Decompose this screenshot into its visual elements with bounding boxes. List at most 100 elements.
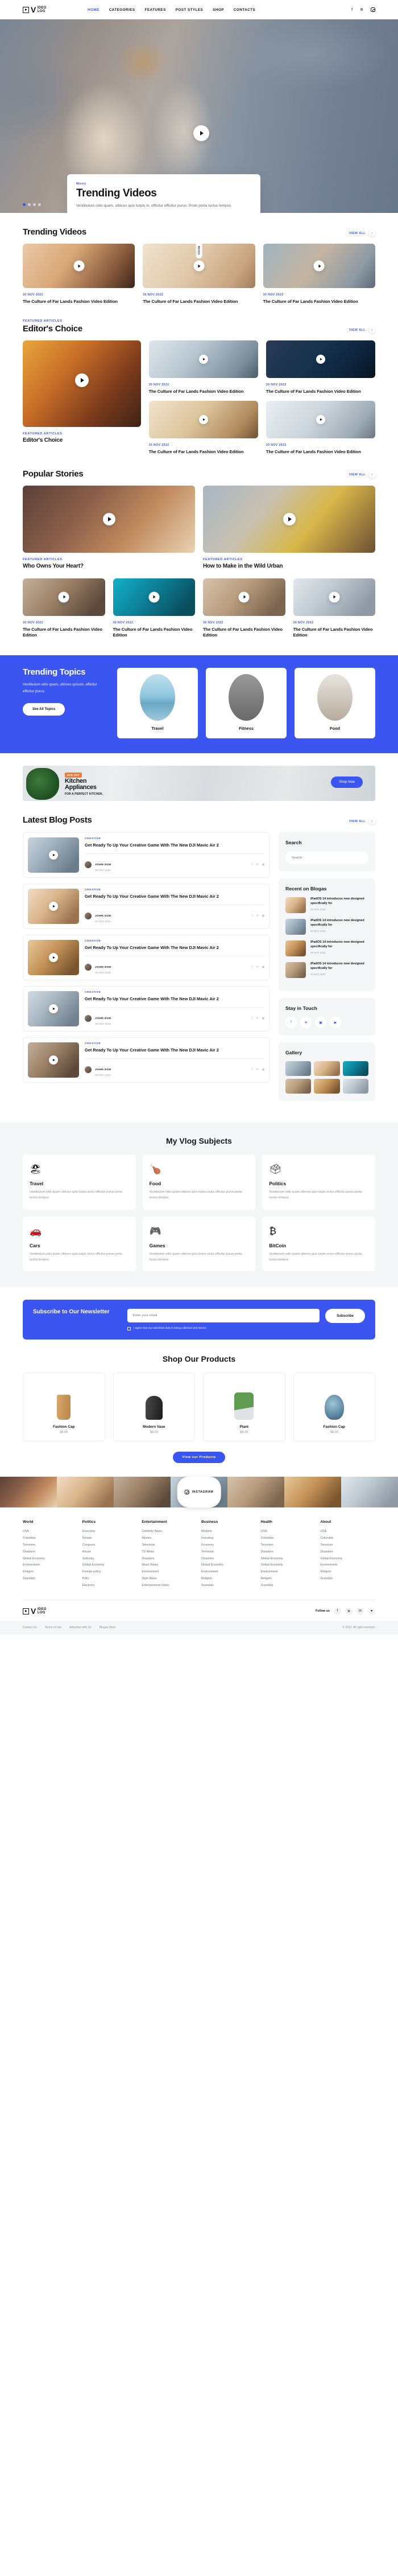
footer-link[interactable]: Terrorism <box>320 1542 375 1549</box>
recent-item[interactable]: iPadOS 14 introduces new designed specif… <box>285 940 368 957</box>
card-title[interactable]: The Culture of Far Lands Fashion Video E… <box>149 449 258 455</box>
footer-link[interactable]: Religion <box>320 1569 375 1576</box>
popular-view-all[interactable]: VIEW ALL › <box>349 471 375 478</box>
nav-contacts[interactable]: CONTACTS <box>234 8 255 12</box>
footer-link[interactable]: Religion <box>201 1576 256 1583</box>
feature-title[interactable]: How to Make in the Wild Urban <box>203 563 375 569</box>
post-thumbnail[interactable] <box>28 940 79 976</box>
post-thumbnail[interactable] <box>28 1042 79 1078</box>
footer-link[interactable]: Religion <box>23 1569 78 1576</box>
footer-link[interactable]: Scandals <box>261 1583 316 1589</box>
footer-link[interactable]: Global Economy <box>23 1556 78 1563</box>
footer-bottom-link[interactable]: Terms of Use <box>45 1626 61 1629</box>
play-icon[interactable] <box>74 373 89 388</box>
card-title[interactable]: The Culture of Far Lands Fashion Video E… <box>266 449 375 455</box>
recent-title[interactable]: iPadOS 14 introduces new designed specif… <box>310 962 368 971</box>
play-icon[interactable] <box>198 414 208 424</box>
subject-card-travel[interactable]: 🏖 Travel Vestibulum odio quam ultrices q… <box>23 1155 136 1210</box>
post-title[interactable]: Get Ready To Up Your Creative Game With … <box>85 843 264 848</box>
twitter-icon[interactable]: ✲ <box>256 1068 258 1071</box>
topic-card-travel[interactable]: Travel <box>117 668 198 739</box>
footer-bottom-link[interactable]: Advertise with Us <box>69 1626 92 1629</box>
footer-link[interactable]: Global Economy <box>82 1562 138 1569</box>
popular-feature[interactable]: FEATURED ARTICLES How to Make in the Wil… <box>203 485 375 569</box>
blog-view-all[interactable]: VIEW ALL › <box>349 818 375 825</box>
card-thumbnail[interactable] <box>266 340 375 379</box>
card-thumbnail[interactable] <box>23 578 105 616</box>
editors-card[interactable]: 30 NOV 2022 The Culture of Far Lands Fas… <box>148 400 258 455</box>
gallery-image[interactable] <box>342 1061 368 1077</box>
footer-link[interactable]: Entertainment Video <box>142 1583 197 1589</box>
see-all-topics-button[interactable]: See All Topics <box>23 702 65 716</box>
twitter-icon[interactable]: ✲ <box>256 863 258 866</box>
card-thumbnail[interactable] <box>148 400 258 438</box>
facebook-icon[interactable]: f <box>351 8 353 12</box>
card-title[interactable]: The Culture of Far Lands Fashion Video E… <box>263 299 375 305</box>
footer-link[interactable]: Global Economy <box>201 1562 256 1569</box>
footer-link[interactable]: House <box>82 1549 138 1556</box>
recent-item[interactable]: iPadOS 14 introduces new designed specif… <box>285 962 368 979</box>
chevron-right-icon[interactable]: › <box>369 818 375 825</box>
play-icon[interactable] <box>316 355 325 364</box>
view-products-button[interactable]: View our Products <box>173 1451 225 1463</box>
pinterest-icon[interactable]: ● <box>368 1607 375 1615</box>
logo[interactable]: V IDEO LOG <box>23 6 68 14</box>
dot-4[interactable] <box>38 203 41 206</box>
hero-pagination[interactable] <box>23 203 41 206</box>
shop-now-button[interactable]: Shop Now <box>331 777 363 788</box>
recent-title[interactable]: iPadOS 14 introduces new designed specif… <box>310 897 368 906</box>
footer-link[interactable]: Global Economy <box>261 1562 316 1569</box>
card-title[interactable]: The Culture of Far Lands Fashion Video E… <box>143 299 255 305</box>
recent-item[interactable]: iPadOS 14 introduces new designed specif… <box>285 897 368 914</box>
gallery-image[interactable] <box>285 1079 312 1094</box>
blog-post[interactable]: CREATIVE Get Ready To Up Your Creative G… <box>23 832 270 878</box>
footer-link[interactable]: Environment <box>142 1569 197 1576</box>
footer-link[interactable]: Global Economy <box>320 1556 375 1563</box>
popular-feature[interactable]: FEATURED ARTICLES Who Owns Your Heart? <box>23 485 195 569</box>
twitter-icon[interactable]: ✲ <box>360 7 363 12</box>
card-title[interactable]: The Culture of Far Lands Fashion Video E… <box>113 627 196 639</box>
popular-card[interactable]: 30 NOV 2022 The Culture of Far Lands Fas… <box>23 578 105 639</box>
footer-logo[interactable]: V IDEO LOG <box>23 1607 68 1615</box>
product-card[interactable]: Modern Vase $8.00 <box>113 1372 195 1441</box>
footer-link[interactable]: Style News <box>142 1576 197 1583</box>
post-thumbnail[interactable] <box>28 889 79 925</box>
feature-thumbnail[interactable] <box>203 485 375 553</box>
instagram-icon[interactable]: ▣ <box>262 966 264 969</box>
subject-card-politics[interactable]: 🗳 Politics Vestibulum odio quam ultrices… <box>262 1155 375 1210</box>
footer-link[interactable]: USA <box>23 1529 78 1535</box>
dot-1[interactable] <box>23 203 26 206</box>
footer-link[interactable]: Elections <box>82 1583 138 1589</box>
instagram-image[interactable] <box>227 1476 284 1507</box>
footer-link[interactable]: Scandals <box>23 1576 78 1583</box>
topic-card-food[interactable]: Food <box>295 668 375 739</box>
product-card[interactable]: Fashion Cap $8.00 <box>23 1372 105 1441</box>
ad-banner[interactable]: 60% OFF Kitchen Appliances FOR A PERFECT… <box>23 766 375 802</box>
instagram-image[interactable] <box>114 1476 171 1507</box>
subject-card-bitcoin[interactable]: ₿ BitCoin Vestibulum odio quam ultrices … <box>262 1216 375 1271</box>
twitter-icon[interactable]: ✲ <box>345 1607 353 1615</box>
subject-card-cars[interactable]: 🚗 Cars Vestibulum odio quam ultrices qui… <box>23 1216 136 1271</box>
post-title[interactable]: Get Ready To Up Your Creative Game With … <box>85 996 264 1002</box>
footer-link[interactable]: USA <box>320 1529 375 1535</box>
consent-checkbox[interactable] <box>127 1326 131 1330</box>
play-icon[interactable] <box>49 902 58 911</box>
card-title[interactable]: The Culture of Far Lands Fashion Video E… <box>203 627 285 639</box>
recent-title[interactable]: iPadOS 14 introduces new designed specif… <box>310 940 368 950</box>
footer-link[interactable]: Congress <box>82 1542 138 1549</box>
footer-link[interactable]: TV News <box>142 1549 197 1556</box>
nav-shop[interactable]: SHOP <box>213 8 224 12</box>
video-thumbnail[interactable] <box>263 244 375 288</box>
nav-categories[interactable]: CATEGORIES <box>109 8 135 12</box>
dot-2[interactable] <box>28 203 31 206</box>
play-icon[interactable] <box>198 355 208 364</box>
card-thumbnail[interactable] <box>266 400 375 438</box>
instagram-icon[interactable]: ▣ <box>315 1017 326 1029</box>
footer-bottom-link[interactable]: Contact Us <box>23 1626 37 1629</box>
hero-play-button[interactable] <box>193 125 209 141</box>
footer-link[interactable]: Scandals <box>201 1583 256 1589</box>
product-card[interactable]: Plant $8.00 <box>203 1372 285 1441</box>
gallery-image[interactable] <box>285 1061 312 1077</box>
footer-link[interactable]: Environment <box>261 1569 316 1576</box>
subject-card-food[interactable]: 🍗 Food Vestibulum odio quam ultrices qui… <box>142 1155 256 1210</box>
